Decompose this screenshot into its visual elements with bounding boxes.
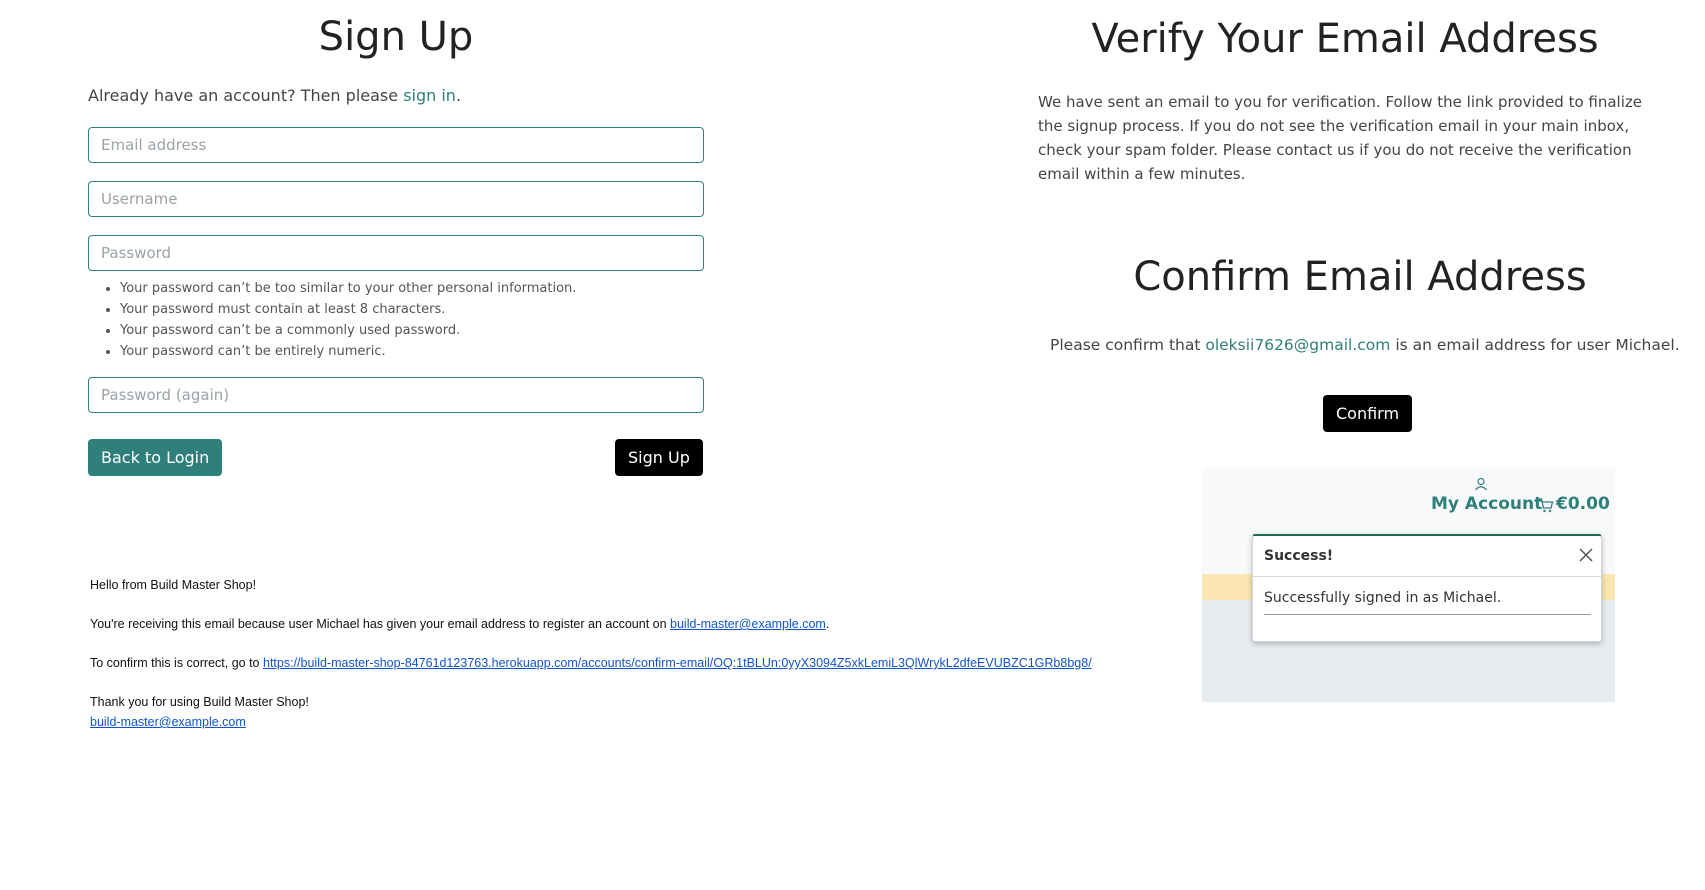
password-rule: Your password must contain at least 8 ch… (120, 299, 576, 320)
signin-prompt: Already have an account? Then please sig… (88, 86, 461, 105)
signup-button[interactable]: Sign Up (615, 439, 703, 476)
verify-title: Verify Your Email Address (1091, 16, 1599, 62)
password-field[interactable] (88, 235, 704, 271)
confirm-prefix: Please confirm that (1050, 336, 1201, 354)
toast-underline (1264, 614, 1591, 615)
confirm-text: Please confirm that oleksii7626@gmail.co… (1050, 336, 1680, 354)
email-confirm-link[interactable]: https://build-master-shop-84761d123763.h… (263, 656, 1092, 670)
signin-prompt-suffix: . (455, 86, 462, 105)
email-greeting: Hello from Build Master Shop! (90, 578, 257, 592)
email-confirm-text: To confirm this is correct, go to (90, 656, 260, 670)
success-toast: Success! Successfully signed in as Micha… (1252, 534, 1602, 642)
user-icon (1474, 476, 1488, 495)
email-line-register: You're receiving this email because user… (90, 617, 829, 631)
password-rule: Your password can’t be entirely numeric. (120, 341, 576, 362)
toast-divider (1253, 576, 1601, 577)
email-line-confirm: To confirm this is correct, go to https:… (90, 656, 1092, 670)
toast-title: Success! (1264, 548, 1334, 564)
confirm-suffix: is an email address for user Michael. (1395, 336, 1680, 354)
confirm-title: Confirm Email Address (1133, 254, 1587, 300)
password-again-field[interactable] (88, 377, 704, 413)
email-signature-link[interactable]: build-master@example.com (90, 715, 246, 729)
my-account-link[interactable]: My Account (1431, 494, 1542, 514)
signin-message-panel: My Account €0.00 Success! Successfully s… (1202, 468, 1615, 702)
password-rules: Your password can’t be too similar to yo… (100, 278, 576, 362)
close-icon[interactable] (1578, 547, 1594, 567)
verify-body: We have sent an email to you for verific… (1038, 93, 1642, 183)
email-register-suffix: . (825, 617, 830, 631)
username-field[interactable] (88, 181, 704, 217)
confirm-button[interactable]: Confirm (1323, 395, 1413, 432)
email-field[interactable] (88, 127, 704, 163)
password-rule: Your password can’t be too similar to yo… (120, 278, 576, 299)
email-register-link[interactable]: build-master@example.com (670, 617, 826, 631)
toast-message: Successfully signed in as Michael. (1264, 590, 1502, 606)
signin-prompt-text: Already have an account? Then please (88, 86, 399, 105)
cart-total[interactable]: €0.00 (1556, 494, 1610, 514)
confirm-email-link[interactable]: oleksii7626@gmail.com (1205, 336, 1390, 354)
cart-icon (1538, 497, 1554, 517)
signup-title: Sign Up (318, 14, 474, 60)
password-rule: Your password can’t be a commonly used p… (120, 320, 576, 341)
back-to-login-button[interactable]: Back to Login (88, 439, 223, 476)
email-register-text: You're receiving this email because user… (90, 617, 667, 631)
signin-link[interactable]: sign in (403, 86, 456, 105)
email-thanks: Thank you for using Build Master Shop! (90, 695, 309, 709)
